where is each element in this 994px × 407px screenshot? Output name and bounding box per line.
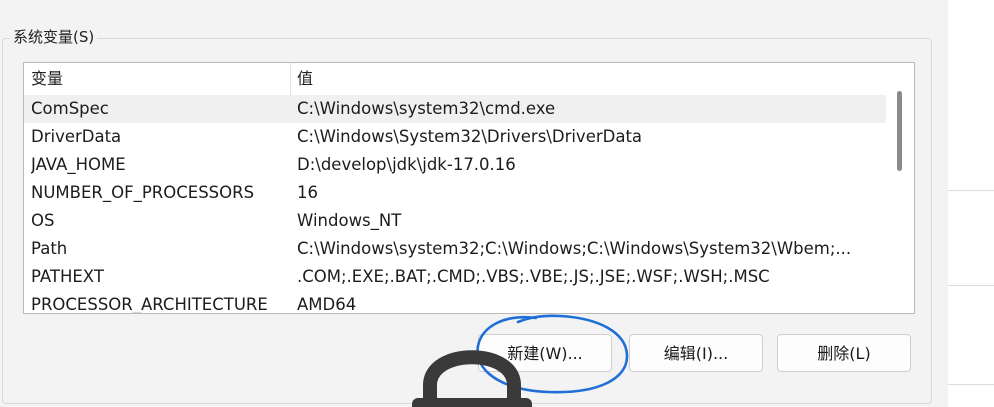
variable-name-cell: OS bbox=[31, 211, 55, 230]
variable-value-cell: Windows_NT bbox=[297, 211, 402, 230]
table-row[interactable]: PROCESSOR_ARCHITECTURE AMD64 bbox=[24, 291, 886, 314]
variable-value-cell: C:\Windows\system32\cmd.exe bbox=[297, 99, 556, 118]
list-rows: ComSpec C:\Windows\system32\cmd.exe Driver… bbox=[24, 95, 886, 314]
variable-value-cell: C:\Windows\System32\Drivers\DriverData bbox=[297, 127, 643, 146]
variable-name-cell: JAVA_HOME bbox=[31, 155, 126, 174]
variable-value-cell: .COM;.EXE;.BAT;.CMD;.VBS;.VBE;.JS;.JSE;.… bbox=[297, 267, 770, 286]
variable-value-cell: AMD64 bbox=[297, 295, 357, 314]
variable-name-cell: NUMBER_OF_PROCESSORS bbox=[31, 183, 255, 202]
background-window-strip bbox=[948, 0, 994, 407]
system-variables-list[interactable]: 变量 值 ComSpec C:\Windows\system32\cmd.exe D… bbox=[23, 62, 915, 314]
variable-name-cell: PROCESSOR_ARCHITECTURE bbox=[31, 295, 268, 314]
variable-name-cell: PATHEXT bbox=[31, 267, 104, 286]
variable-value-cell: C:\Windows\system32;C:\Windows;C:\Window… bbox=[297, 239, 852, 258]
vertical-scrollbar[interactable] bbox=[886, 63, 914, 313]
system-variables-title: 系统变量(S) bbox=[10, 26, 98, 47]
table-row[interactable]: JAVA_HOME D:\develop\jdk\jdk-17.0.16 bbox=[24, 151, 886, 179]
table-row[interactable]: ComSpec C:\Windows\system32\cmd.exe bbox=[24, 95, 886, 123]
new-variable-button[interactable]: 新建(W)... bbox=[478, 334, 612, 372]
table-row[interactable]: Path C:\Windows\system32;C:\Windows;C:\Wi… bbox=[24, 235, 886, 263]
edit-variable-button[interactable]: 编辑(I)... bbox=[629, 334, 763, 372]
variable-name-cell: Path bbox=[31, 239, 68, 258]
table-row[interactable]: PATHEXT .COM;.EXE;.BAT;.CMD;.VBS;.VBE;.JS… bbox=[24, 263, 886, 291]
delete-variable-button[interactable]: 删除(L) bbox=[777, 334, 911, 372]
variable-name-cell: ComSpec bbox=[31, 99, 109, 118]
list-header: 变量 值 bbox=[24, 63, 886, 96]
column-header-value[interactable]: 值 bbox=[297, 63, 313, 95]
table-row[interactable]: DriverData C:\Windows\System32\Drivers\Dr… bbox=[24, 123, 886, 151]
table-row[interactable]: NUMBER_OF_PROCESSORS 16 bbox=[24, 179, 886, 207]
column-divider[interactable] bbox=[290, 63, 291, 95]
variable-name-cell: DriverData bbox=[31, 127, 122, 146]
table-row[interactable]: OS Windows_NT bbox=[24, 207, 886, 235]
variable-value-cell: D:\develop\jdk\jdk-17.0.16 bbox=[297, 155, 516, 174]
scrollbar-thumb[interactable] bbox=[897, 91, 902, 171]
column-header-variable[interactable]: 变量 bbox=[31, 63, 63, 95]
variable-value-cell: 16 bbox=[297, 183, 318, 202]
